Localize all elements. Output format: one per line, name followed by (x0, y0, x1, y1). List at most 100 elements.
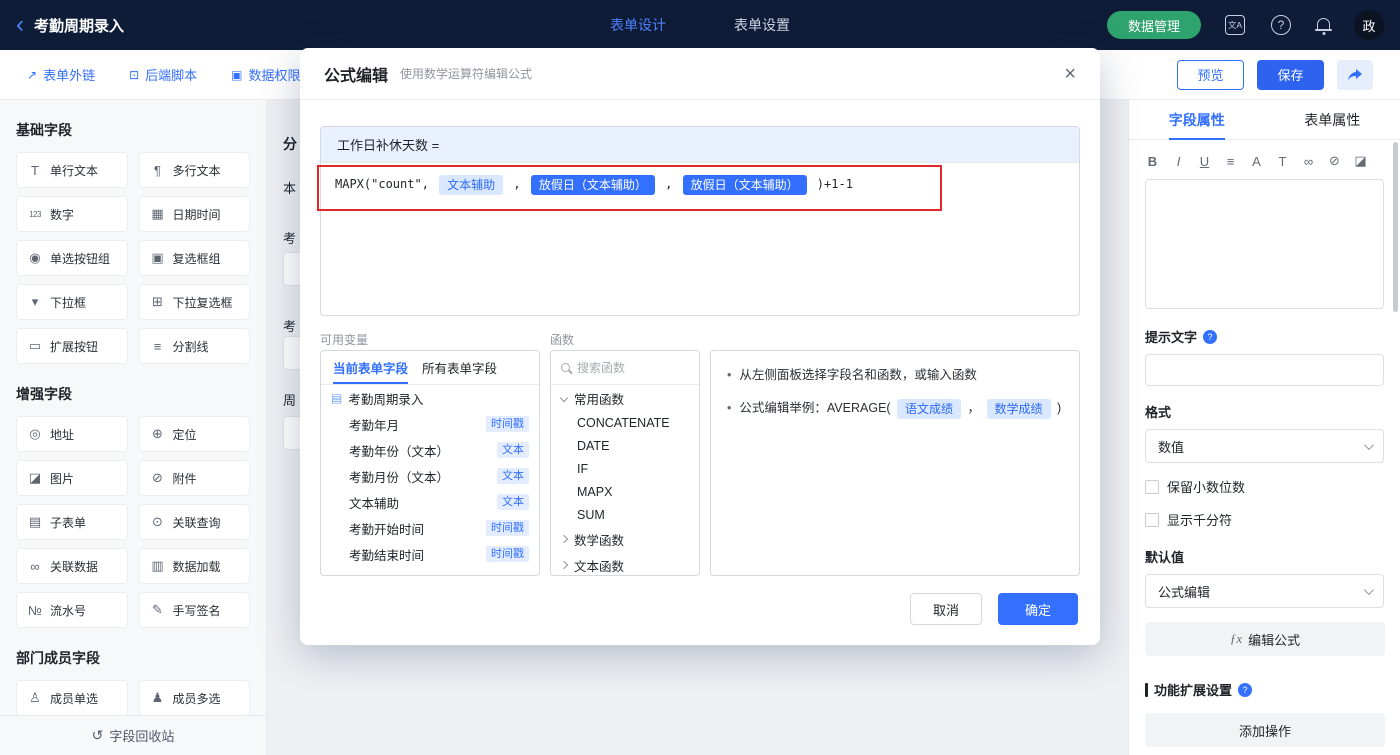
save-button[interactable]: 保存 (1257, 59, 1324, 90)
topbar-tab[interactable]: 表单设计 (610, 15, 666, 35)
example-field-tag[interactable]: 数学成绩 (986, 398, 1051, 419)
address-icon: ◎ (29, 426, 41, 441)
unlink-icon[interactable]: ⊘ (1327, 153, 1342, 169)
bold-icon[interactable]: B (1145, 154, 1160, 169)
formula-field-tag[interactable]: 放假日（文本辅助） (682, 174, 807, 195)
bell-icon[interactable] (1315, 17, 1332, 31)
topbar-tab[interactable]: 表单设置 (734, 15, 790, 35)
variable-item[interactable]: 考勤年份（文本） 文本 (321, 437, 539, 463)
cancel-button[interactable]: 取消 (910, 593, 982, 625)
variable-item[interactable]: 考勤年月 时间戳 (321, 411, 539, 437)
toolbar-item-label: 后端脚本 (145, 68, 198, 83)
field-card[interactable]: 123 数字 (16, 196, 128, 232)
format-select[interactable]: 数值 (1145, 429, 1384, 463)
ok-button[interactable]: 确定 (998, 593, 1078, 625)
help-example-line: • 公式编辑举例：AVERAGE( 语文成绩 ， 数学成绩 ) (727, 398, 1063, 419)
field-card[interactable]: ▥ 数据加载 (138, 548, 250, 584)
close-icon[interactable]: × (1064, 64, 1076, 84)
field-card[interactable]: № 流水号 (16, 592, 128, 628)
field-card[interactable]: ▭ 扩展按钮 (16, 328, 128, 364)
checkbox[interactable] (1145, 512, 1159, 527)
function-group[interactable]: 常用函数 (551, 385, 699, 411)
function-item[interactable]: DATE (551, 434, 699, 457)
help-icon[interactable]: ? (1271, 15, 1291, 35)
field-card[interactable]: ◉ 单选按钮组 (16, 240, 128, 276)
translate-icon[interactable]: 文A (1225, 15, 1245, 35)
field-card[interactable]: ⊙ 关联查询 (138, 504, 250, 540)
function-item[interactable]: CONCATENATE (551, 411, 699, 434)
field-card[interactable]: ♙ 成员单选 (16, 680, 128, 716)
page-title: 考勤周期录入 (34, 17, 125, 35)
scrollbar-thumb[interactable] (1393, 142, 1398, 312)
avatar[interactable]: 政 (1354, 10, 1384, 40)
font-color-icon[interactable]: A (1249, 154, 1264, 169)
variables-root[interactable]: ▤ 考勤周期录入 (321, 385, 539, 411)
function-group[interactable]: 数学函数 (551, 526, 699, 552)
field-card[interactable]: ✎ 手写签名 (138, 592, 250, 628)
italic-icon[interactable]: I (1171, 154, 1186, 169)
field-card[interactable]: ▦ 日期时间 (138, 196, 250, 232)
toolbar-item[interactable]: ▣ 数据权限 (231, 65, 300, 84)
sidebar-section-title: 部门成员字段 (16, 650, 100, 666)
field-card[interactable]: ▾ 下拉框 (16, 284, 128, 320)
checkbox[interactable] (1145, 479, 1159, 494)
properties-tab[interactable]: 表单属性 (1265, 100, 1400, 139)
function-item[interactable]: MAPX (551, 480, 699, 503)
hint-input[interactable] (1145, 354, 1384, 386)
insert-image-icon[interactable]: ◪ (1353, 153, 1368, 169)
variable-type-tag: 文本 (497, 468, 529, 484)
font-size-icon[interactable]: T (1275, 154, 1290, 169)
field-card[interactable]: ♟ 成员多选 (138, 680, 250, 716)
field-card[interactable]: ◎ 地址 (16, 416, 128, 452)
help-circle-icon[interactable]: ? (1203, 329, 1218, 344)
help-panel: • 从左侧面板选择字段名和函数，或输入函数 • 公式编辑举例：AVERAGE( 语… (710, 350, 1080, 576)
toolbar-item[interactable]: ⊡ 后端脚本 (129, 65, 197, 84)
field-card[interactable]: ¶ 多行文本 (138, 152, 250, 188)
formula-field-tag[interactable]: 放假日（文本辅助） (530, 174, 655, 195)
search-input[interactable] (577, 360, 677, 375)
data-manage-button[interactable]: 数据管理 (1106, 11, 1201, 39)
field-title-editor[interactable] (1145, 179, 1384, 309)
edit-formula-button[interactable]: ƒx 编辑公式 (1145, 622, 1385, 656)
link-icon[interactable]: ∞ (1301, 154, 1316, 169)
function-item[interactable]: IF (551, 457, 699, 480)
align-icon[interactable]: ≡ (1223, 154, 1238, 169)
multi-line-text-icon: ¶ (154, 162, 161, 178)
field-recycle-bin[interactable]: ↺ 字段回收站 (0, 715, 266, 755)
field-card-label: 关联数据 (50, 559, 99, 574)
default-value-select[interactable]: 公式编辑 (1145, 574, 1384, 608)
underline-icon[interactable]: U (1197, 154, 1212, 169)
example-field-tag[interactable]: 语文成绩 (897, 398, 962, 419)
preview-button[interactable]: 预览 (1177, 59, 1244, 90)
properties-tab[interactable]: 字段属性 (1129, 100, 1265, 139)
variable-type-tag: 时间戳 (486, 520, 529, 536)
variable-item[interactable]: 文本辅助 文本 (321, 489, 539, 515)
formula-editor-line[interactable]: MAPX("count", 文本辅助 , 放假日（文本辅助） , 放假日（文本辅… (321, 163, 1079, 205)
help-circle-icon[interactable]: ? (1238, 682, 1253, 697)
add-action-button[interactable]: 添加操作 (1145, 713, 1385, 747)
field-card[interactable]: T 单行文本 (16, 152, 128, 188)
variables-tab[interactable]: 当前表单字段 (333, 351, 409, 384)
toolbar-item[interactable]: ↗ 表单外链 (27, 65, 95, 84)
field-card[interactable]: ▣ 复选框组 (138, 240, 250, 276)
serial-number-icon: № (28, 602, 42, 618)
variable-type-tag: 文本 (497, 494, 529, 510)
variable-type-tag: 文本 (497, 442, 529, 458)
back-icon[interactable]: ‹ (16, 13, 24, 37)
formula-field-tag[interactable]: 文本辅助 (439, 174, 504, 195)
share-button[interactable] (1337, 59, 1373, 90)
variable-item[interactable]: 考勤开始时间 时间戳 (321, 515, 539, 541)
field-card[interactable]: ⊞ 下拉复选框 (138, 284, 250, 320)
field-card[interactable]: ◪ 图片 (16, 460, 128, 496)
variables-tab[interactable]: 所有表单字段 (422, 351, 497, 384)
canvas-field-label: 周 (283, 393, 297, 408)
function-group[interactable]: 文本函数 (551, 552, 699, 575)
field-card[interactable]: ⊘ 附件 (138, 460, 250, 496)
function-item[interactable]: SUM (551, 503, 699, 526)
variable-item[interactable]: 考勤月份（文本） 文本 (321, 463, 539, 489)
field-card[interactable]: ≡ 分割线 (138, 328, 250, 364)
field-card[interactable]: ▤ 子表单 (16, 504, 128, 540)
variable-item[interactable]: 考勤结束时间 时间戳 (321, 541, 539, 567)
field-card[interactable]: ⊕ 定位 (138, 416, 250, 452)
field-card[interactable]: ∞ 关联数据 (16, 548, 128, 584)
